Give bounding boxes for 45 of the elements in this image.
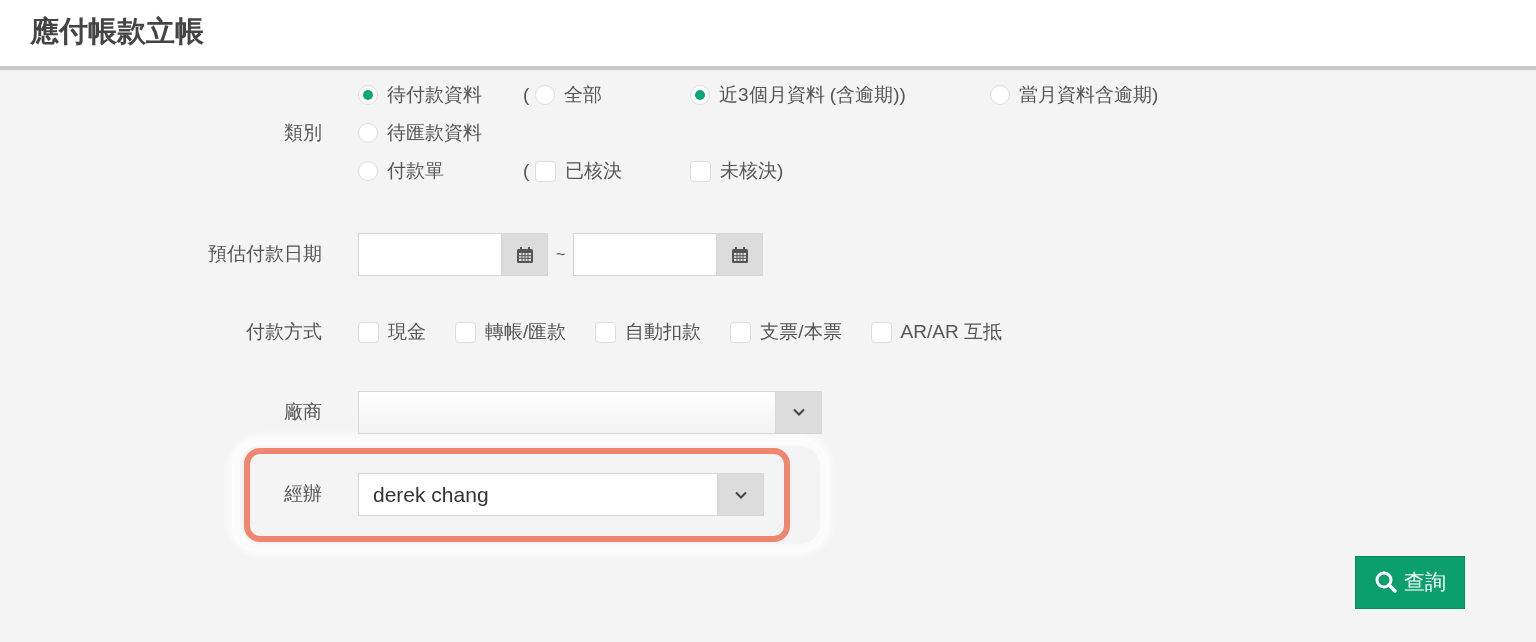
checkbox[interactable] [870,321,892,343]
date-field[interactable] [358,233,548,276]
checkbox[interactable] [535,160,557,182]
field-label: 付款方式 [245,320,322,344]
radio-button[interactable] [535,85,556,105]
field-label: 廠商 [283,399,322,424]
option-label: 待付款資料 [387,82,482,107]
option-label: 現金 [388,320,426,344]
caret-icon [791,407,806,417]
radio-button[interactable] [990,85,1010,105]
radio-button[interactable] [358,123,378,143]
option-label: 支票/本票 [760,320,842,344]
vendor-select[interactable] [358,390,822,434]
option-label: 近3個月資料 (含逾期)) [719,82,906,107]
option-label: 未核決) [720,158,784,183]
radio-button[interactable] [690,85,710,105]
checkbox[interactable] [358,321,379,343]
option-label: 當月資料含逾期) [1019,82,1159,107]
parenthesis: ( [523,82,530,107]
field-label: 預估付款日期 [207,242,322,267]
checkbox[interactable] [455,321,476,343]
selected-value: derek chang [359,474,717,515]
option-label: 付款單 [387,158,444,183]
caret-icon [733,489,748,500]
calendar-icon [729,244,750,265]
option-label: 已核決 [565,158,623,183]
checkbox[interactable] [730,321,752,343]
checkbox[interactable] [595,321,617,343]
radio-button[interactable] [358,161,378,181]
field-label: 類別 [283,120,322,145]
option-label: AR/AR 互抵 [900,320,1002,344]
page-title: 應付帳款立帳 [30,14,205,49]
handler-select[interactable]: derek chang [358,473,764,516]
calendar-icon [514,244,535,265]
radio-button[interactable] [358,85,378,105]
option-label: 轉帳/匯款 [485,320,567,344]
date-field[interactable] [573,233,764,276]
search-icon [1374,570,1398,594]
option-label: 自動扣款 [625,320,702,344]
field-label: 經辦 [283,482,322,507]
checkbox[interactable] [690,160,711,182]
option-label: 待匯款資料 [387,120,482,145]
parenthesis: ( [523,158,530,183]
range-separator: ~ [556,244,566,265]
option-label: 全部 [564,82,603,107]
